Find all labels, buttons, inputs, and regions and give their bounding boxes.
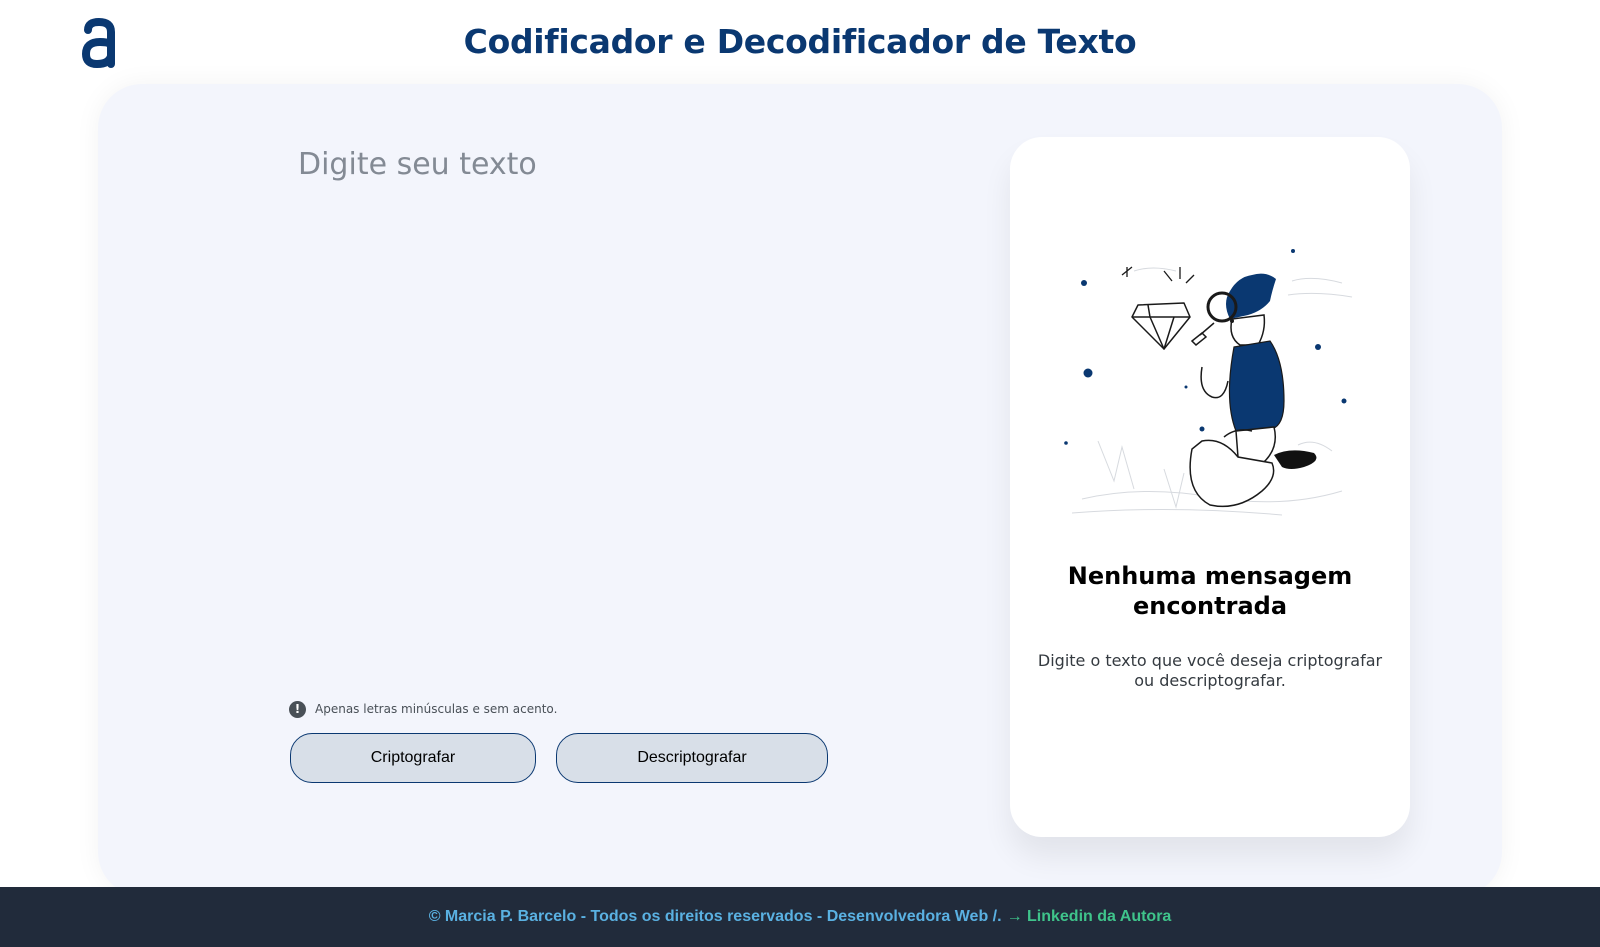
page-title: Codificador e Decodificador de Texto — [463, 22, 1137, 61]
encrypt-button[interactable]: Criptografar — [290, 733, 536, 783]
decrypt-button[interactable]: Descriptografar — [556, 733, 828, 783]
input-hint: ! Apenas letras minúsculas e sem acento. — [289, 700, 557, 718]
person-with-magnifying-glass-illustration — [1064, 249, 1353, 516]
footer-copyright: © Marcia P. Barcelo - Todos os direitos … — [428, 908, 1002, 925]
linkedin-link[interactable]: → Linkedin da Autora — [1007, 908, 1172, 926]
text-input[interactable] — [298, 146, 938, 666]
hint-text: Apenas letras minúsculas e sem acento. — [315, 702, 558, 716]
footer: © Marcia P. Barcelo - Todos os direitos … — [0, 887, 1600, 947]
output-card: Nenhuma mensagem encontrada Digite o tex… — [1010, 137, 1410, 837]
no-message-description: Digite o texto que você deseja criptogra… — [1037, 651, 1383, 690]
exclamation-circle-icon: ! — [289, 700, 306, 718]
no-message-title: Nenhuma mensagem encontrada — [1067, 562, 1353, 620]
